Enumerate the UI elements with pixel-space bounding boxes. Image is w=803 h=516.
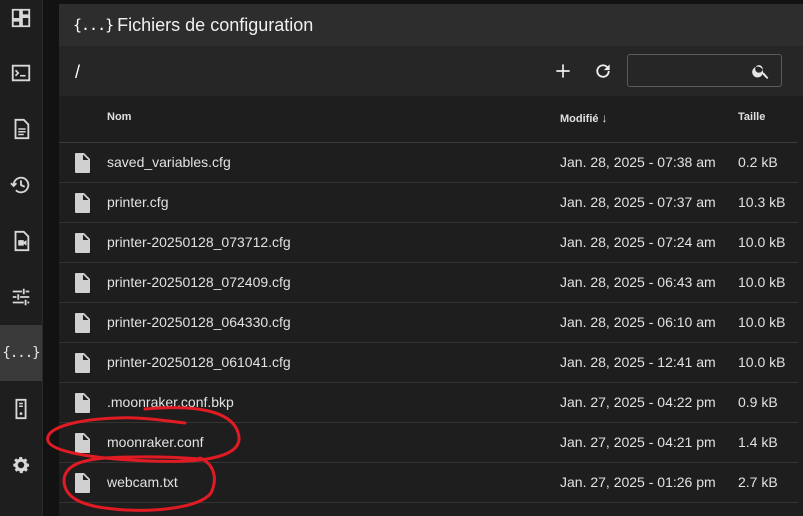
tune-icon	[12, 288, 30, 306]
nav-configuration[interactable]: {...}	[0, 325, 42, 381]
file-size: 0.9 kB	[738, 394, 778, 410]
file-name: webcam.txt	[107, 474, 178, 490]
file-size: 10.0 kB	[738, 314, 786, 330]
panel-header: {...} Fichiers de configuration	[59, 4, 803, 46]
file-icon	[74, 273, 90, 293]
file-table: Nom Modifié ↓ Taille saved_variables.cfg …	[59, 96, 803, 503]
nav-console[interactable]	[0, 45, 42, 101]
nav-dashboard[interactable]	[0, 0, 42, 46]
file-name: saved_variables.cfg	[107, 154, 231, 170]
scrollbar[interactable]	[798, 96, 803, 516]
file-icon	[74, 393, 90, 413]
table-header: Nom Modifié ↓ Taille	[59, 96, 803, 143]
nav-gcode-files[interactable]	[0, 101, 42, 157]
table-row[interactable]: saved_variables.cfg Jan. 28, 2025 - 07:3…	[59, 143, 803, 183]
side-navigation: {...}	[0, 0, 43, 516]
table-row[interactable]: webcam.txt Jan. 27, 2025 - 01:26 pm 2.7 …	[59, 463, 803, 503]
file-modified: Jan. 28, 2025 - 06:43 am	[560, 274, 716, 290]
file-modified: Jan. 28, 2025 - 07:38 am	[560, 154, 716, 170]
file-icon	[74, 313, 90, 333]
dashboard-icon	[11, 8, 31, 28]
panel-title: Fichiers de configuration	[117, 14, 314, 35]
machine-icon	[15, 398, 27, 420]
nav-machine[interactable]	[0, 381, 42, 437]
refresh-icon	[596, 64, 610, 78]
file-modified: Jan. 27, 2025 - 04:21 pm	[560, 434, 716, 450]
table-row[interactable]: printer-20250128_064330.cfg Jan. 28, 202…	[59, 303, 803, 343]
table-row[interactable]: moonraker.conf Jan. 27, 2025 - 04:21 pm …	[59, 423, 803, 463]
table-row[interactable]: printer-20250128_072409.cfg Jan. 28, 202…	[59, 263, 803, 303]
gcode-file-icon	[14, 118, 30, 140]
sort-down-icon: ↓	[601, 111, 608, 125]
file-name: printer-20250128_073712.cfg	[107, 234, 291, 250]
table-row[interactable]: printer.cfg Jan. 28, 2025 - 07:37 am 10.…	[59, 183, 803, 223]
file-modified: Jan. 28, 2025 - 12:41 am	[560, 354, 716, 370]
file-size: 10.0 kB	[738, 274, 786, 290]
plus-icon	[556, 64, 570, 78]
file-icon	[74, 353, 90, 373]
column-header-size[interactable]: Taille	[738, 111, 765, 123]
file-name: printer.cfg	[107, 194, 169, 210]
nav-history[interactable]	[0, 157, 42, 213]
file-size: 1.4 kB	[738, 434, 778, 450]
nav-settings[interactable]	[0, 437, 42, 493]
add-file-button[interactable]	[550, 58, 576, 84]
column-header-modified-label: Modifié	[560, 113, 599, 125]
file-name: moonraker.conf	[107, 434, 204, 450]
timelapse-icon	[14, 230, 30, 252]
console-icon	[11, 64, 31, 82]
file-modified: Jan. 28, 2025 - 06:10 am	[560, 314, 716, 330]
nav-timelapse[interactable]	[0, 213, 42, 269]
file-size: 2.7 kB	[738, 474, 778, 490]
table-row[interactable]: printer-20250128_061041.cfg Jan. 28, 202…	[59, 343, 803, 383]
search-input[interactable]	[634, 59, 748, 83]
file-name: printer-20250128_061041.cfg	[107, 354, 291, 370]
file-name: printer-20250128_072409.cfg	[107, 274, 291, 290]
file-name: .moonraker.conf.bkp	[107, 394, 234, 410]
search-icon[interactable]	[751, 61, 771, 81]
file-icon	[74, 153, 90, 173]
column-header-modified[interactable]: Modifié ↓	[560, 111, 608, 125]
file-modified: Jan. 27, 2025 - 04:22 pm	[560, 394, 716, 410]
file-size: 10.3 kB	[738, 194, 786, 210]
history-icon	[10, 176, 30, 194]
config-braces-icon: {...}	[2, 345, 40, 361]
config-braces-icon: {...}	[73, 16, 114, 34]
file-modified: Jan. 27, 2025 - 01:26 pm	[560, 474, 716, 490]
column-header-name[interactable]: Nom	[107, 111, 131, 123]
search-field[interactable]	[627, 54, 782, 87]
file-icon	[74, 233, 90, 253]
config-files-panel: {...} Fichiers de configuration / Nom Mo…	[59, 4, 803, 516]
file-toolbar: /	[59, 46, 803, 96]
file-name: printer-20250128_064330.cfg	[107, 314, 291, 330]
file-modified: Jan. 28, 2025 - 07:24 am	[560, 234, 716, 250]
table-row[interactable]: .moonraker.conf.bkp Jan. 27, 2025 - 04:2…	[59, 383, 803, 423]
refresh-button[interactable]	[590, 58, 616, 84]
file-size: 10.0 kB	[738, 354, 786, 370]
current-path: /	[75, 62, 81, 82]
file-size: 0.2 kB	[738, 154, 778, 170]
gear-icon	[13, 457, 30, 474]
file-icon	[74, 433, 90, 453]
table-row[interactable]: printer-20250128_073712.cfg Jan. 28, 202…	[59, 223, 803, 263]
file-icon	[74, 193, 90, 213]
file-modified: Jan. 28, 2025 - 07:37 am	[560, 194, 716, 210]
nav-tune[interactable]	[0, 269, 42, 325]
file-size: 10.0 kB	[738, 234, 786, 250]
file-icon	[74, 473, 90, 493]
